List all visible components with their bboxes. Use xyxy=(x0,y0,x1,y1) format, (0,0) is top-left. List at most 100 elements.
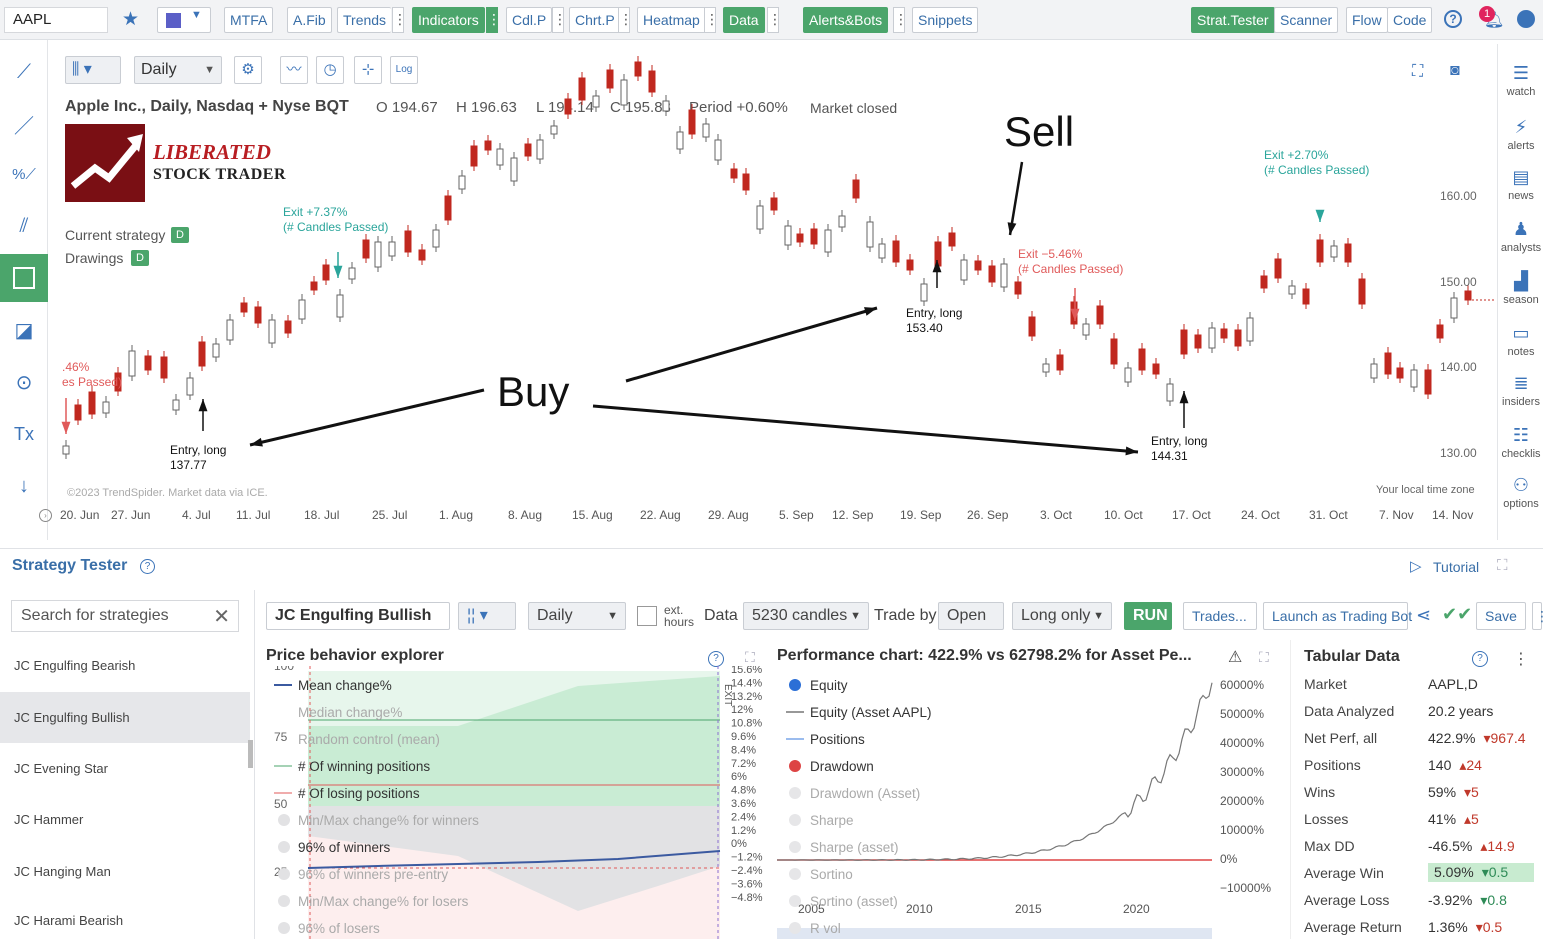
legend-item[interactable]: 96% of winners xyxy=(278,840,391,855)
alerts-more-button[interactable]: ⋮ xyxy=(893,7,908,33)
double-check-icon[interactable]: ✔✔ xyxy=(1442,604,1472,625)
legend-item[interactable]: Mean change% xyxy=(274,678,392,693)
expand-icon[interactable]: ⛶ xyxy=(1259,649,1269,666)
direction-select[interactable]: Long only ▼ xyxy=(1012,602,1112,630)
trends-button[interactable]: Trends xyxy=(337,7,392,33)
save-button[interactable]: Save xyxy=(1476,602,1526,630)
legend-item[interactable]: # Of losing positions xyxy=(274,786,420,801)
strategy-name-field[interactable]: JC Engulfing Bullish xyxy=(266,602,450,630)
legend-item[interactable]: Median change% xyxy=(298,705,402,720)
alerts-item[interactable]: ⚡ alerts xyxy=(1498,114,1543,152)
data-more-button[interactable]: ⋮ xyxy=(767,7,782,33)
help-icon[interactable]: ? xyxy=(140,559,155,574)
circle-tool-icon[interactable]: ⊙ xyxy=(0,358,48,406)
legend-item[interactable]: Sharpe xyxy=(789,813,854,828)
legend-item[interactable]: 96% of winners pre-entry xyxy=(278,867,448,882)
help-icon[interactable]: ? xyxy=(1472,651,1488,667)
share-icon[interactable]: ⋖ xyxy=(1416,605,1431,626)
strategy-search-input[interactable]: Search for strategies ✕ xyxy=(11,600,239,632)
watch-item[interactable]: ☰ watch xyxy=(1498,60,1543,98)
strategy-list-item[interactable]: JC Hammer xyxy=(0,794,250,845)
trends-more-button[interactable]: ⋮ xyxy=(392,7,407,33)
legend-item[interactable]: Positions xyxy=(786,732,865,747)
candle xyxy=(198,336,206,371)
legend-item[interactable]: Sharpe (asset) xyxy=(789,840,899,855)
scanner-button[interactable]: Scanner xyxy=(1274,7,1339,33)
legend-item[interactable]: Random control (mean) xyxy=(298,732,440,747)
color-picker-button[interactable]: ▼ xyxy=(157,7,211,33)
options-item[interactable]: ⚇ options xyxy=(1498,472,1543,510)
clear-format-icon[interactable]: Tx xyxy=(0,410,48,458)
help-icon[interactable]: ? xyxy=(1444,10,1462,28)
analysts-item[interactable]: ♟ analysts xyxy=(1498,216,1543,254)
star-icon[interactable]: ★ xyxy=(122,8,139,31)
run-button[interactable]: RUN xyxy=(1124,602,1172,630)
close-icon[interactable]: ✕ xyxy=(213,604,230,629)
help-icon[interactable]: ? xyxy=(708,651,724,667)
ext-hours-checkbox[interactable] xyxy=(637,606,657,626)
chrtp-button[interactable]: Chrt.P xyxy=(569,7,621,33)
expand-icon[interactable]: ⛶ xyxy=(1497,557,1508,574)
news-item[interactable]: ▤ news xyxy=(1498,164,1543,202)
legend-item[interactable]: Min/Max change% for losers xyxy=(278,894,469,909)
strategy-list-item[interactable]: JC Hanging Man xyxy=(0,846,250,897)
alerts-bots-button[interactable]: Alerts&Bots xyxy=(803,7,889,33)
heatmap-more-button[interactable]: ⋮ xyxy=(704,7,719,33)
performance-title: Performance chart: 422.9% vs 62798.2% fo… xyxy=(777,647,1192,664)
more-icon[interactable]: ⋮ xyxy=(1513,649,1529,669)
expand-icon[interactable]: ⛶ xyxy=(745,649,755,666)
legend-item[interactable]: Min/Max change% for winners xyxy=(278,813,479,828)
zone-tool-icon[interactable]: ◪ xyxy=(0,306,48,354)
afib-button[interactable]: A.Fib xyxy=(287,7,332,33)
heatmap-button[interactable]: Heatmap xyxy=(637,7,706,33)
list-scrollbar[interactable] xyxy=(248,740,253,768)
insiders-item[interactable]: ≣ insiders xyxy=(1498,370,1543,408)
tutorial-icon[interactable]: ▷ xyxy=(1410,557,1422,575)
rectangle-tool-icon[interactable] xyxy=(0,254,48,302)
season-item[interactable]: ▟ season xyxy=(1498,268,1543,306)
indicators-more-button[interactable]: ⋮ xyxy=(486,7,501,33)
cdlp-more-button[interactable]: ⋮ xyxy=(552,7,567,33)
chrtp-more-button[interactable]: ⋮ xyxy=(618,7,633,33)
flow-button[interactable]: Flow xyxy=(1346,7,1388,33)
price-chart[interactable]: ⫼ ▾ Daily ▼ ⚙ 〰 ◷ ⊹ Log ⛶ ◙ Apple Inc., D… xyxy=(39,48,1496,538)
notes-item[interactable]: ▭ notes xyxy=(1498,320,1543,358)
strategy-list-item[interactable]: JC Engulfing Bullish xyxy=(0,692,250,743)
user-icon[interactable] xyxy=(1517,10,1535,28)
channel-tool-icon[interactable]: ⫽ xyxy=(0,202,48,250)
trendline-tool-icon[interactable]: ⟋ xyxy=(0,48,48,96)
range-scrubber[interactable] xyxy=(777,928,1212,939)
snippets-button[interactable]: Snippets xyxy=(912,7,979,33)
strategy-timeframe-select[interactable]: Daily ▼ xyxy=(528,602,626,630)
candle xyxy=(892,235,900,267)
legend-item[interactable]: 96% of losers xyxy=(278,921,380,936)
symbol-input[interactable]: AAPL xyxy=(4,7,108,33)
legend-item[interactable]: # Of winning positions xyxy=(274,759,430,774)
time-axis-icon[interactable]: › xyxy=(39,509,52,522)
launch-bot-button[interactable]: Launch as Trading Bot xyxy=(1263,602,1412,630)
strategy-list-item[interactable]: JC Engulfing Bearish xyxy=(0,640,250,691)
legend-item[interactable]: Drawdown xyxy=(789,759,874,774)
checklist-item[interactable]: ☷ checklis xyxy=(1498,422,1543,460)
trades-button[interactable]: Trades... xyxy=(1183,602,1257,630)
ray-tool-icon[interactable]: ／ xyxy=(0,100,48,148)
strat-tester-button[interactable]: Strat.Tester xyxy=(1191,7,1275,33)
tutorial-link[interactable]: Tutorial xyxy=(1433,559,1479,575)
mtfa-button[interactable]: MTFA xyxy=(224,7,274,33)
arrow-down-icon[interactable]: ↓ xyxy=(0,462,48,510)
percent-tool-icon[interactable]: %⟋ xyxy=(0,150,48,198)
trade-by-select[interactable]: Open xyxy=(938,602,1004,630)
code-button[interactable]: Code xyxy=(1387,7,1433,33)
cdlp-button[interactable]: Cdl.P xyxy=(506,7,553,33)
legend-item[interactable]: Equity (Asset AAPL) xyxy=(786,705,932,720)
strategy-list-item[interactable]: JC Harami Bearish xyxy=(0,897,250,939)
legend-item[interactable]: Sortino xyxy=(789,867,853,882)
strategy-list-item[interactable]: JC Evening Star xyxy=(0,743,250,794)
legend-item[interactable]: Drawdown (Asset) xyxy=(789,786,920,801)
more-menu-button[interactable]: ⋮ xyxy=(1532,602,1543,630)
indicators-button[interactable]: Indicators xyxy=(412,7,485,33)
data-button[interactable]: Data xyxy=(723,7,765,33)
legend-item[interactable]: Equity xyxy=(789,678,848,693)
strategy-options-button[interactable]: ¦¦ ▾ xyxy=(458,602,516,630)
candles-select[interactable]: 5230 candles ▼ xyxy=(743,602,869,630)
